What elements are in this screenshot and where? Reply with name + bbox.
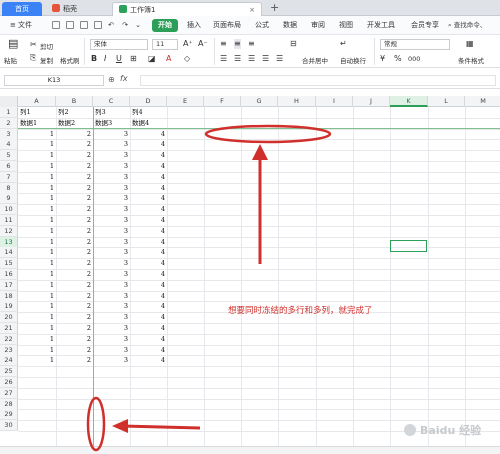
annotation-overlay: [86, 124, 332, 452]
highlight-ellipse-freeze-row: [204, 124, 332, 144]
arrow-left-head: [112, 419, 128, 433]
annotation-text: 想要同时冻结的多行和多列，就完成了: [228, 306, 373, 316]
highlight-ellipse-freeze-column: [86, 396, 106, 452]
baidu-watermark-logo: Baidu 经验: [402, 420, 496, 440]
arrow-left-line: [123, 424, 201, 430]
arrow-up-head: [252, 144, 268, 160]
svg-text:Baidu 经验: Baidu 经验: [420, 423, 482, 437]
